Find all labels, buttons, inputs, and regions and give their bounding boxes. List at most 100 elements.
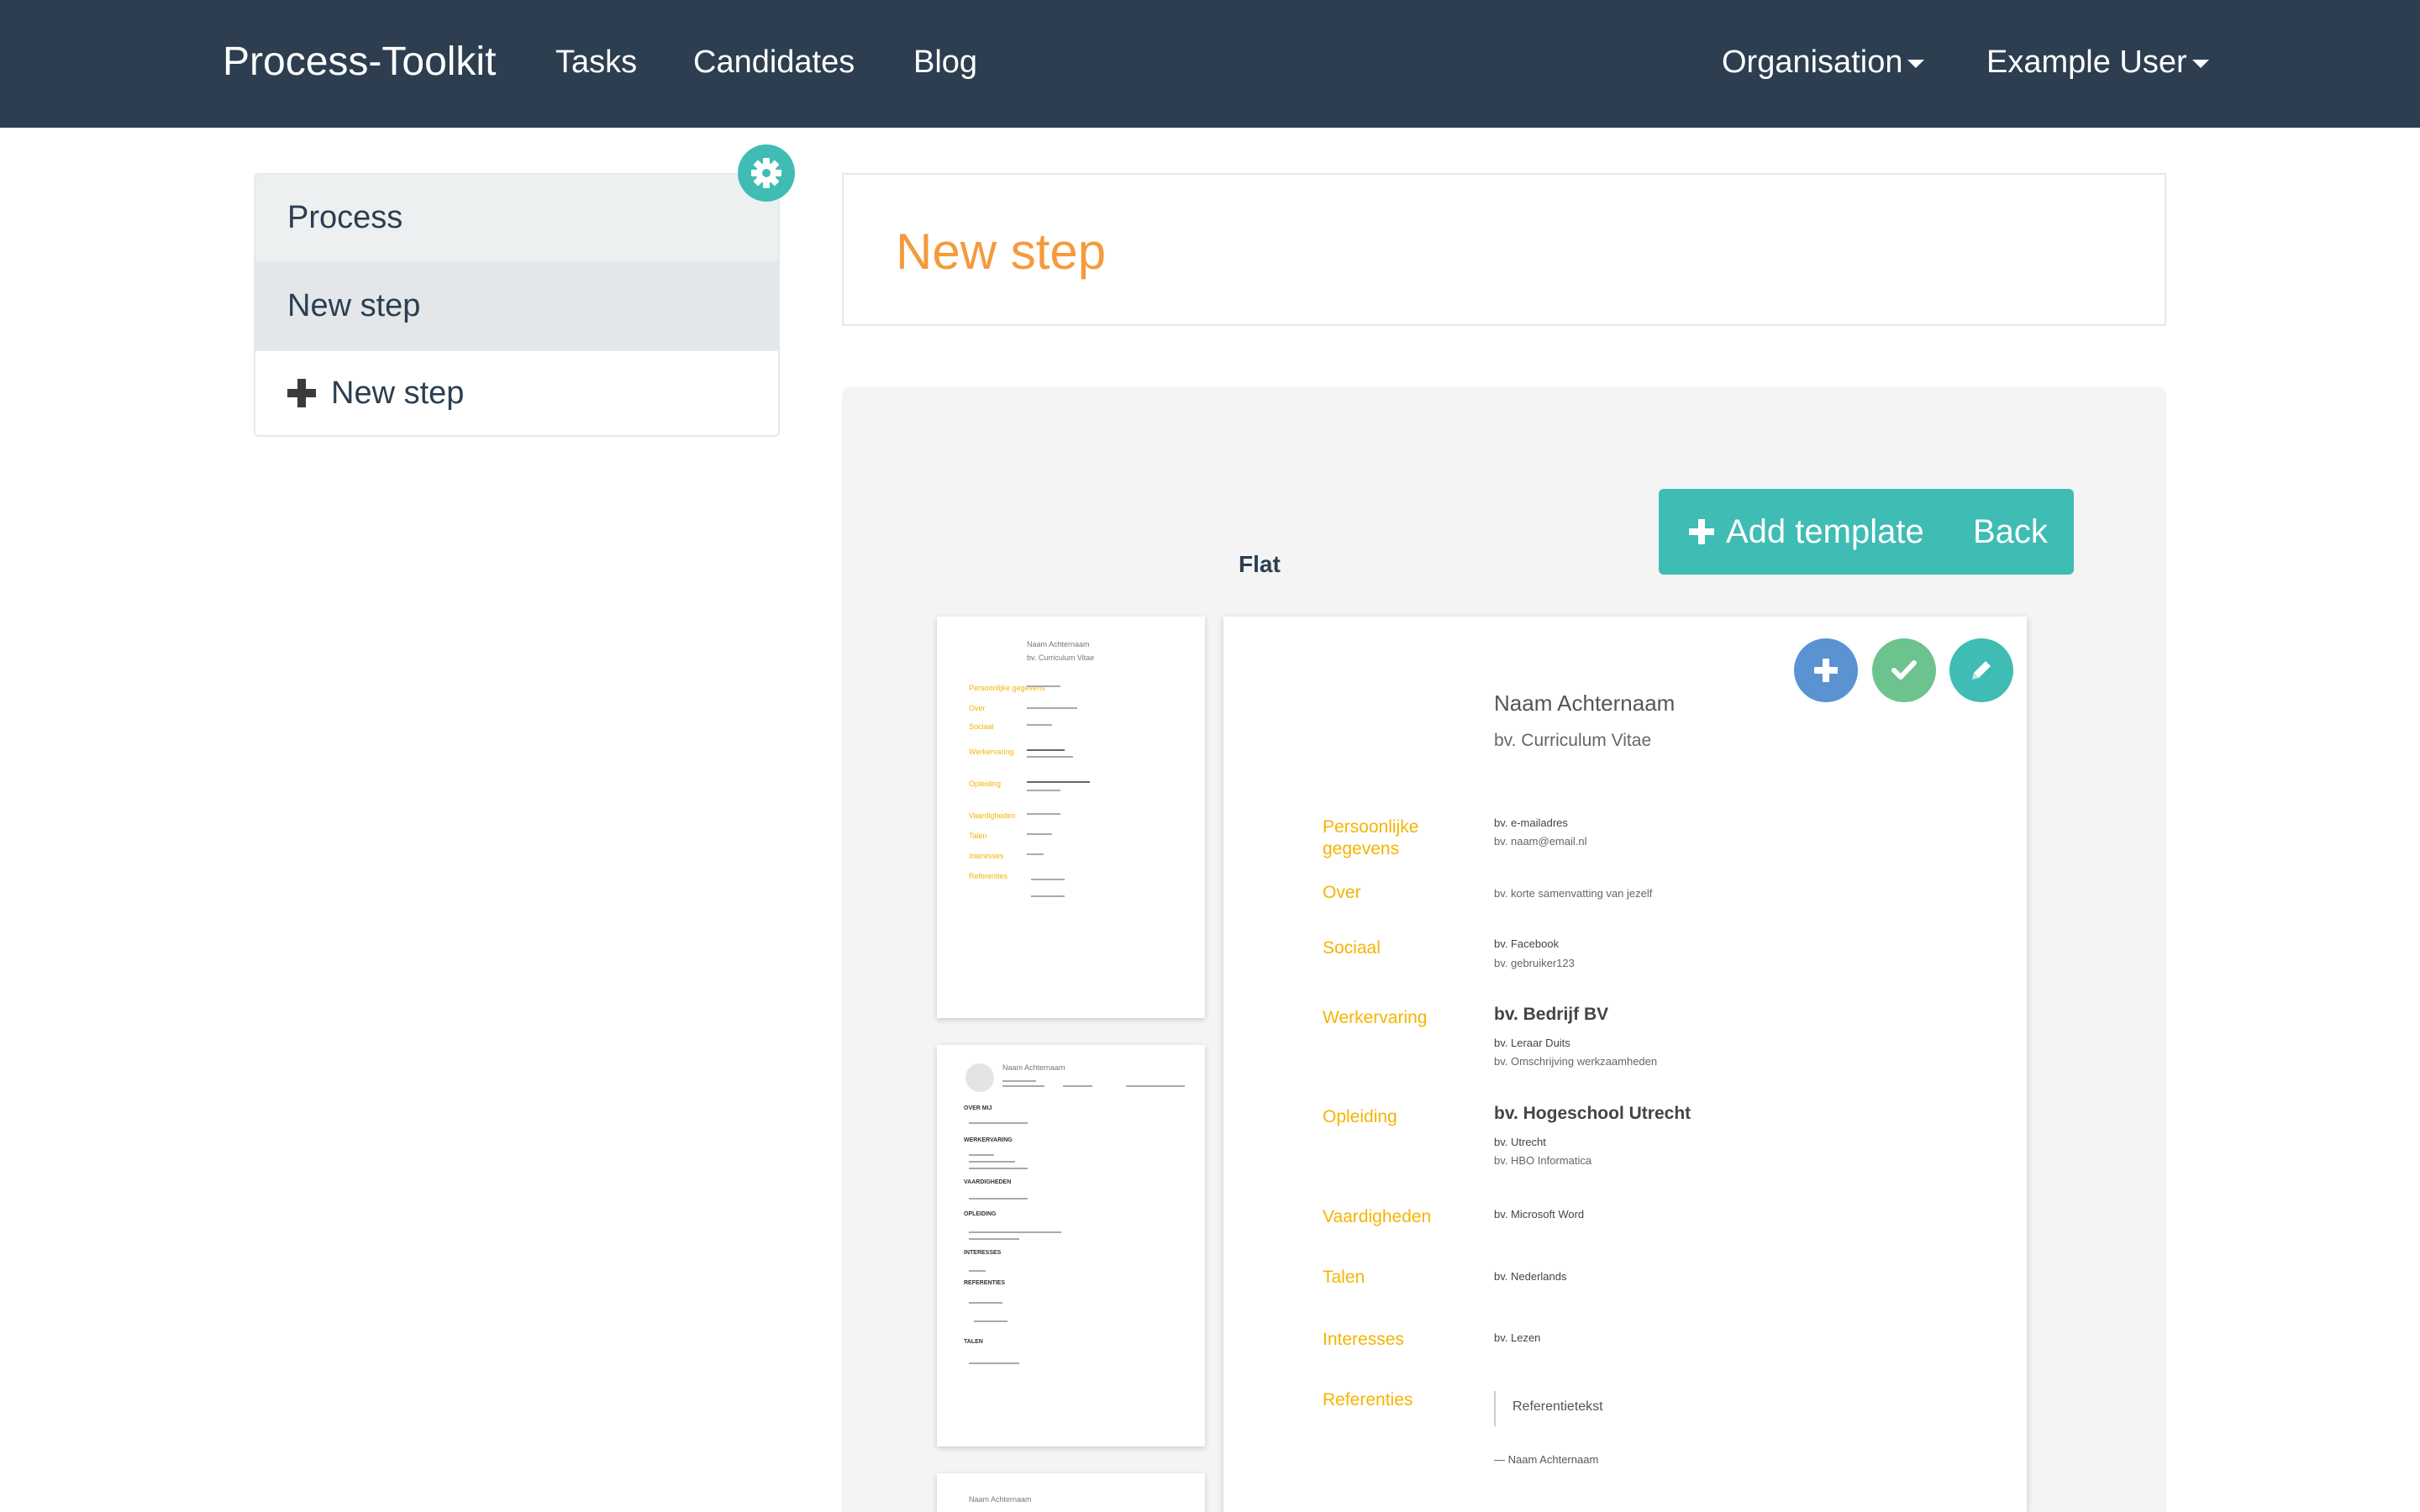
- avatar-placeholder: [965, 1063, 994, 1092]
- cv-subtitle: bv. Curriculum Vitae: [1494, 731, 1652, 750]
- thumb-line: [969, 1154, 994, 1156]
- nav-link-blog[interactable]: Blog: [913, 42, 977, 82]
- organisation-dropdown[interactable]: Organisation: [1722, 42, 1925, 82]
- cv-edu-school: bv. Hogeschool Utrecht: [1494, 1104, 1691, 1123]
- cv-value: bv. Utrecht: [1494, 1136, 1546, 1148]
- cv-section-education: Opleiding: [1323, 1107, 1397, 1126]
- pencil-icon: [1972, 661, 1991, 680]
- add-step-button[interactable]: New step: [254, 349, 780, 437]
- thumb-section: Opleiding: [969, 780, 1002, 788]
- template-thumbnail-3[interactable]: Naam Achternaam: [937, 1473, 1205, 1512]
- thumb-heading: VAARDIGHEDEN: [964, 1179, 1012, 1185]
- plus-icon: [287, 379, 316, 407]
- cv-value: bv. Facebook: [1494, 937, 1560, 950]
- brand-link[interactable]: Process-Toolkit: [223, 39, 496, 86]
- thumb-section: Interesses: [969, 852, 1004, 860]
- thumb-line: [1027, 749, 1065, 751]
- add-template-button[interactable]: Add template: [1689, 512, 1924, 552]
- thumb-line: [1027, 790, 1060, 791]
- check-icon: [1891, 660, 1917, 680]
- user-dropdown[interactable]: Example User: [1986, 42, 2209, 82]
- nav-link-candidates[interactable]: Candidates: [693, 42, 855, 82]
- thumb-heading: OVER MIJ: [964, 1105, 992, 1111]
- thumb-line: [969, 1161, 1015, 1163]
- top-navbar: Process-Toolkit Tasks Candidates Blog Or…: [0, 0, 2420, 128]
- cv-section-personal: Persoonlijke gegevens: [1323, 817, 1419, 858]
- caret-down-icon: [2191, 59, 2209, 68]
- thumb-section: Talen: [969, 832, 987, 840]
- cv-section-references: Referenties: [1323, 1390, 1413, 1410]
- cv-work-company: bv. Bedrijf BV: [1494, 1005, 1609, 1024]
- caret-down-icon: [1907, 59, 1925, 68]
- thumb-line: [969, 1238, 1019, 1240]
- thumb-line: [974, 1320, 1007, 1322]
- thumb-heading: INTERESSES: [964, 1250, 1002, 1256]
- thumb-line: [1027, 756, 1073, 758]
- add-to-step-button[interactable]: [1794, 638, 1858, 702]
- thumb-section: Sociaal: [969, 722, 994, 731]
- thumb-line: [1027, 781, 1090, 783]
- thumb-line: [969, 1362, 1019, 1364]
- cv-value: bv. naam@email.nl: [1494, 835, 1587, 848]
- thumb-line: [969, 1270, 986, 1272]
- template-name: Flat: [1239, 551, 1281, 577]
- step-title-panel: New step: [842, 173, 2166, 326]
- thumb-line: [1027, 707, 1077, 709]
- cv-section-about: Over: [1323, 883, 1361, 902]
- plus-icon: [1814, 659, 1838, 682]
- quote-bar: [1494, 1391, 1496, 1426]
- template-preview: Naam Achternaam bv. Curriculum Vitae Per…: [1223, 617, 2027, 1512]
- thumb-line: [1063, 1085, 1092, 1087]
- thumb-line: [1002, 1080, 1036, 1082]
- thumb-subtitle: bv. Curriculum Vitae: [1027, 654, 1095, 662]
- thumb-line: [969, 1302, 1002, 1304]
- step-title: New step: [896, 223, 1107, 280]
- cv-section-languages: Talen: [1323, 1268, 1365, 1287]
- thumb-heading: TALEN: [964, 1339, 983, 1345]
- process-settings-button[interactable]: [738, 144, 795, 202]
- cv-reference-author: — Naam Achternaam: [1494, 1453, 1599, 1466]
- edit-template-button[interactable]: [1949, 638, 2013, 702]
- thumb-section: Werkervaring: [969, 748, 1014, 756]
- cv-value: bv. Omschrijving werkzaamheden: [1494, 1055, 1658, 1068]
- thumb-line: [1002, 1085, 1044, 1087]
- user-label: Example User: [1986, 45, 2187, 80]
- thumb-line: [1031, 895, 1065, 897]
- thumb-section: Referenties: [969, 872, 1008, 880]
- cv-section-skills: Vaardigheden: [1323, 1207, 1432, 1226]
- add-step-label: New step: [331, 375, 465, 411]
- cv-value: bv. Nederlands: [1494, 1270, 1567, 1283]
- thumb-section: Vaardigheden: [969, 811, 1016, 820]
- cv-section-social: Sociaal: [1323, 938, 1381, 958]
- thumb-name: Naam Achternaam: [1002, 1063, 1065, 1072]
- template-thumbnail-2[interactable]: Naam Achternaam OVER MIJ WERKERVARING VA…: [937, 1045, 1205, 1446]
- process-sidebar: Process New step New step: [254, 173, 780, 437]
- thumb-line: [1027, 813, 1060, 815]
- cv-name: Naam Achternaam: [1494, 690, 1676, 716]
- plus-icon: [1689, 519, 1714, 544]
- template-thumbnail-flat[interactable]: Naam Achternaam bv. Curriculum Vitae Per…: [937, 617, 1205, 1018]
- thumb-name: Naam Achternaam: [1027, 640, 1090, 648]
- cv-value: bv. gebruiker123: [1494, 957, 1575, 969]
- cv-section-work: Werkervaring: [1323, 1008, 1428, 1027]
- cv-value: bv. korte samenvatting van jezelf: [1494, 887, 1653, 900]
- cv-value: bv. HBO Informatica: [1494, 1154, 1592, 1167]
- gear-icon: [751, 158, 781, 188]
- thumb-line: [1027, 853, 1044, 855]
- thumb-line: [969, 1231, 1061, 1233]
- thumb-line: [969, 1168, 1028, 1169]
- thumb-line: [1027, 685, 1060, 687]
- cv-value: bv. e-mailadres: [1494, 816, 1568, 829]
- cv-section-interests: Interesses: [1323, 1330, 1404, 1349]
- thumb-heading: REFERENTIES: [964, 1280, 1006, 1286]
- thumb-line: [969, 1122, 1028, 1124]
- cv-value: bv. Lezen: [1494, 1331, 1541, 1344]
- sidebar-item-new-step[interactable]: New step: [254, 260, 780, 349]
- nav-link-tasks[interactable]: Tasks: [555, 42, 637, 82]
- sidebar-header-process: Process: [254, 173, 780, 260]
- thumb-line: [1027, 724, 1052, 726]
- select-template-button[interactable]: [1872, 638, 1936, 702]
- back-button[interactable]: Back: [1973, 512, 2048, 552]
- add-template-label: Add template: [1726, 513, 1924, 550]
- organisation-label: Organisation: [1722, 45, 1903, 80]
